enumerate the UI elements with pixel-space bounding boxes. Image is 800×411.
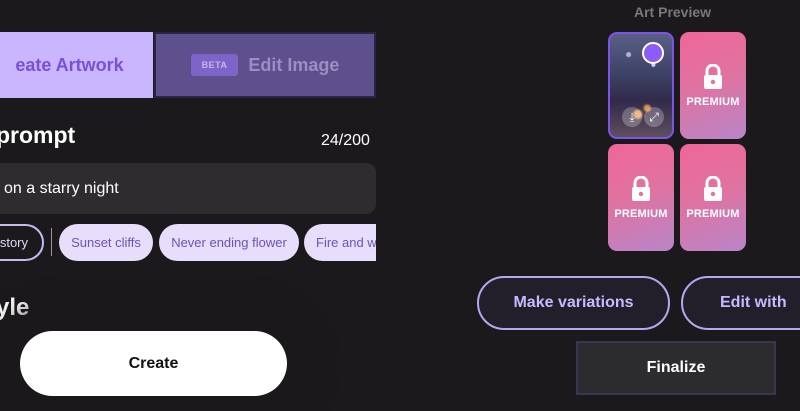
- suggestion-chip-label: Fire and w: [316, 235, 376, 250]
- create-button-label: Create: [128, 354, 179, 372]
- selected-indicator-icon[interactable]: [642, 42, 664, 64]
- edit-with-button[interactable]: Edit with: [681, 276, 800, 330]
- preview-tile-premium[interactable]: PREMIUM: [680, 144, 746, 251]
- beta-badge: BETA: [190, 54, 239, 76]
- make-variations-button[interactable]: Make variations: [477, 276, 670, 330]
- premium-label: PREMIUM: [686, 207, 740, 220]
- tab-edit-image-label: Edit Image: [248, 54, 340, 75]
- finalize-label: Finalize: [646, 359, 706, 376]
- tab-edit-image[interactable]: BETA Edit Image: [154, 32, 376, 98]
- download-icon[interactable]: ⤓: [622, 107, 642, 127]
- character-count: 24/200: [321, 132, 370, 149]
- create-button[interactable]: Create: [20, 331, 287, 396]
- edit-with-label: Edit with: [720, 294, 787, 311]
- lock-icon: [632, 175, 650, 201]
- prompt-input-value: on a starry night: [4, 179, 119, 197]
- art-preview-title: Art Preview: [634, 4, 712, 20]
- preview-tile-premium[interactable]: PREMIUM: [608, 144, 674, 251]
- tab-create-artwork[interactable]: eate Artwork: [0, 32, 153, 98]
- tab-create-artwork-label: eate Artwork: [15, 54, 124, 75]
- style-heading: yle: [0, 294, 30, 321]
- lock-icon: [704, 63, 722, 89]
- suggestion-chip[interactable]: Fire and w: [304, 224, 376, 261]
- preview-tile-image[interactable]: ⤓ ⤢: [608, 32, 674, 139]
- preview-tile-premium[interactable]: PREMIUM: [680, 32, 746, 139]
- premium-label: PREMIUM: [614, 207, 668, 220]
- make-variations-label: Make variations: [513, 294, 634, 311]
- finalize-button[interactable]: Finalize: [576, 341, 776, 395]
- prompt-heading: prompt: [0, 122, 76, 148]
- expand-icon[interactable]: ⤢: [644, 107, 664, 127]
- premium-label: PREMIUM: [686, 95, 740, 108]
- prompt-input[interactable]: on a starry night: [0, 163, 376, 214]
- lock-icon: [704, 175, 722, 201]
